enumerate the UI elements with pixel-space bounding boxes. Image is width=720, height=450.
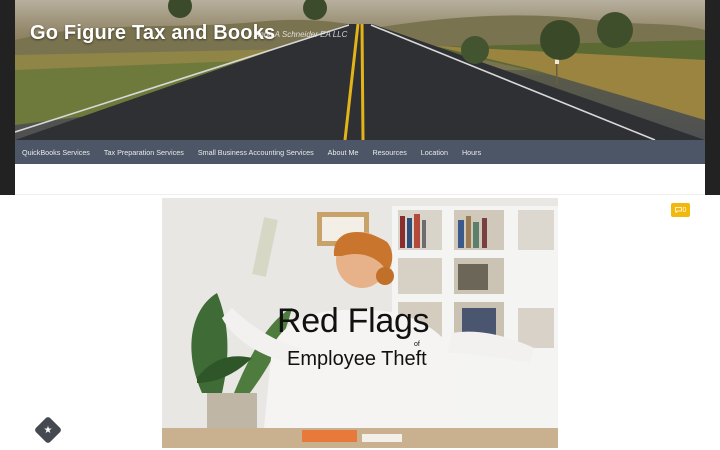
featured-subtitle: of Employee Theft: [287, 341, 427, 371]
featured-title: Red Flags: [277, 302, 430, 340]
content-top-strip: [15, 164, 705, 195]
comment-count-badge[interactable]: 0: [671, 203, 690, 217]
header-road-image: [15, 0, 705, 140]
site-title[interactable]: Go Figure Tax and Books: [30, 22, 275, 45]
featured-image[interactable]: Red Flags of Employee Theft: [162, 198, 558, 448]
featured-subtitle-text: Employee Theft: [287, 348, 427, 370]
featured-subtitle-small: of: [414, 341, 420, 348]
site-tagline: Anna A Schneider EA LLC: [254, 30, 348, 39]
nav-item-small-business-accounting[interactable]: Small Business Accounting Services: [198, 148, 314, 157]
nav-item-tax-preparation[interactable]: Tax Preparation Services: [104, 148, 184, 157]
nav-item-resources[interactable]: Resources: [372, 148, 406, 157]
nav-item-hours[interactable]: Hours: [462, 148, 481, 157]
floating-action-button[interactable]: [33, 415, 63, 445]
comment-count: 0: [682, 206, 687, 214]
site-header: Go Figure Tax and Books Anna A Schneider…: [15, 0, 705, 140]
comment-bubble-icon: [674, 207, 682, 213]
nav-item-quickbooks[interactable]: QuickBooks Services: [22, 148, 90, 157]
nav-item-about-me[interactable]: About Me: [328, 148, 359, 157]
nav-item-location[interactable]: Location: [421, 148, 448, 157]
main-navigation: QuickBooks Services Tax Preparation Serv…: [15, 140, 705, 164]
